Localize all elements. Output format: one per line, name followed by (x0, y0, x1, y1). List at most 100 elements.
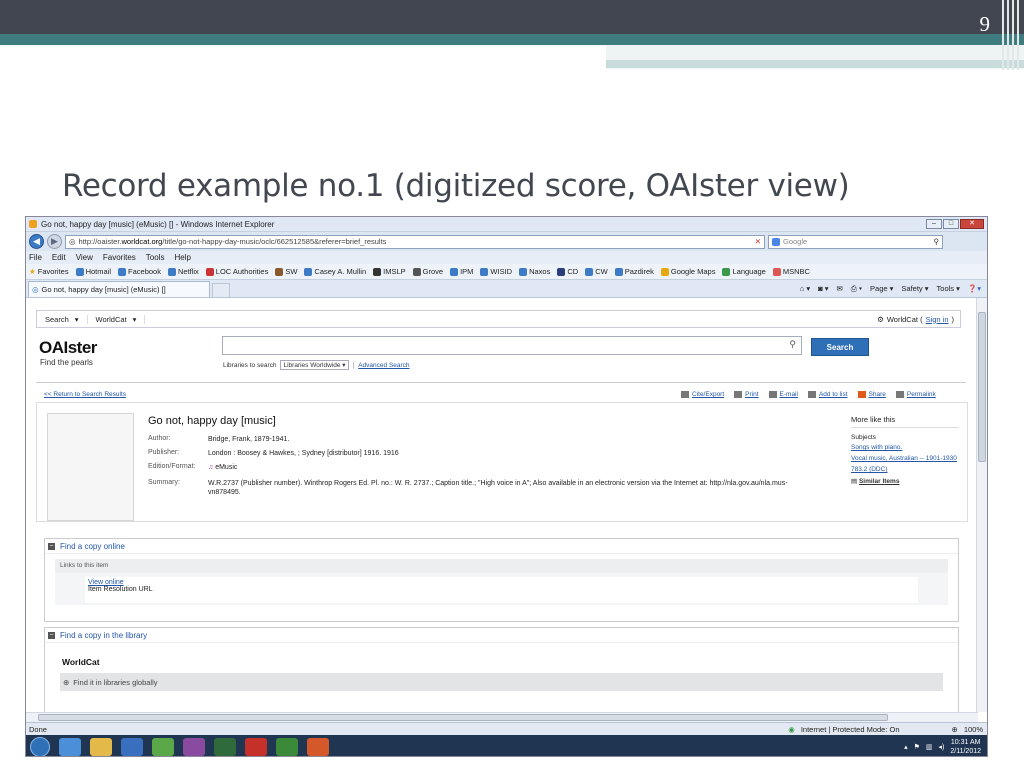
sign-in-link[interactable]: Sign in (926, 315, 949, 324)
subject-link[interactable]: 783.2 (DDC) (851, 466, 959, 473)
fav-msnbc[interactable]: MSNBC (772, 267, 810, 276)
fav-facebook[interactable]: Facebook (118, 267, 161, 276)
itunes-taskbar-icon[interactable] (121, 737, 143, 756)
fav-pazdirek[interactable]: Pazdirek (614, 267, 654, 276)
add-to-list-link[interactable]: Add to list (807, 391, 848, 398)
menu-help[interactable]: Help (174, 253, 190, 262)
similar-items-link[interactable]: ▤ Similar Items (851, 477, 959, 485)
view-online-link[interactable]: View online (88, 579, 915, 586)
back-button[interactable]: ◀ (29, 234, 44, 249)
flag-icon[interactable]: ⚑ (914, 743, 920, 751)
fav-cd[interactable]: CD (557, 267, 578, 276)
fav-casey-mullin[interactable]: Casey A. Mullin (304, 267, 366, 276)
menu-view[interactable]: View (76, 253, 93, 262)
link-item: View online Item Resolution URL (85, 577, 918, 603)
web-search-input[interactable]: Google ⚲ (768, 234, 943, 249)
ie-taskbar-icon[interactable] (59, 737, 81, 756)
resolution-label: Item Resolution URL (88, 586, 153, 593)
find-globally-bar[interactable]: ⊕ Find it in libraries globally (60, 673, 943, 691)
maximize-button[interactable]: □ (943, 219, 959, 229)
address-text: http://oaister.worldcat.org/title/go-not… (78, 237, 387, 246)
find-library-section: − Find a copy in the library WorldCat ⊕ Fi… (44, 627, 959, 712)
media-taskbar-icon[interactable] (183, 737, 205, 756)
permalink-link[interactable]: Permalink (895, 391, 936, 398)
subject-link[interactable]: Vocal music, Australian -- 1901-1930 (851, 455, 959, 462)
ie-icon (29, 220, 37, 228)
help-icon[interactable]: ❓▾ (968, 284, 981, 294)
fav-language[interactable]: Language (722, 267, 766, 276)
record-tools: Cite/Export Print E-mail Add to list Sha… (681, 391, 936, 398)
tab-active[interactable]: ◎ Go not, happy day [music] (eMusic) [] (28, 281, 210, 297)
emusic-icon: ♫ (208, 464, 214, 471)
nav-search[interactable]: Search ▾ (37, 314, 88, 324)
menu-favorites[interactable]: Favorites (103, 253, 136, 262)
window-title: Go not, happy day [music] (eMusic) [] - … (41, 219, 275, 229)
chrome-taskbar-icon[interactable] (152, 737, 174, 756)
horizontal-scrollbar[interactable] (26, 712, 978, 722)
tools-menu[interactable]: Tools ▾ (937, 284, 960, 294)
acrobat-taskbar-icon[interactable] (245, 737, 267, 756)
author-row: Author: Bridge, Frank, 1879-1941. (148, 435, 290, 443)
find-library-header[interactable]: − Find a copy in the library (45, 628, 958, 643)
menu-edit[interactable]: Edit (52, 253, 66, 262)
print-link[interactable]: Print (734, 391, 759, 398)
share-link[interactable]: Share (857, 391, 886, 398)
vertical-scrollbar[interactable] (976, 298, 987, 712)
favorites-button[interactable]: ★ Favorites (29, 267, 69, 276)
nav-worldcat[interactable]: WorldCat ▾ (88, 314, 146, 324)
excel-taskbar-icon[interactable] (276, 737, 298, 756)
powerpoint-taskbar-icon[interactable] (307, 737, 329, 756)
cite-export-link[interactable]: Cite/Export (681, 391, 724, 398)
zoom-icon: ⊕ (951, 724, 958, 734)
close-button[interactable]: ✕ (960, 219, 984, 229)
mail-icon[interactable]: ✉ (837, 284, 843, 294)
fav-naxos[interactable]: Naxos (519, 267, 550, 276)
fav-google-maps[interactable]: Google Maps (660, 267, 715, 276)
app-taskbar-icon[interactable] (214, 737, 236, 756)
advanced-search-link[interactable]: Advanced Search (358, 362, 409, 369)
fav-hotmail[interactable]: Hotmail (75, 267, 111, 276)
fav-netflix[interactable]: Netflix (167, 267, 199, 276)
page-icon: ◎ (69, 237, 76, 246)
subject-link[interactable]: Songs with piano. (851, 444, 959, 451)
worldcat-search-input[interactable]: ⚲ (222, 336, 802, 355)
new-tab-button[interactable] (212, 283, 230, 297)
home-icon[interactable]: ⌂ ▾ (800, 284, 810, 294)
menu-file[interactable]: File (29, 253, 42, 262)
feeds-icon[interactable]: ◙ ▾ (818, 284, 828, 294)
explorer-taskbar-icon[interactable] (90, 737, 112, 756)
address-bar[interactable]: ◎ http://oaister.worldcat.org/title/go-n… (65, 234, 765, 249)
clock[interactable]: 10:31 AM 2/11/2012 (950, 738, 981, 756)
fav-wisid[interactable]: WISID (480, 267, 512, 276)
libraries-select[interactable]: Libraries Worldwide ▾ (280, 360, 349, 370)
email-link[interactable]: E-mail (768, 391, 798, 398)
minimize-button[interactable]: – (926, 219, 942, 229)
find-online-header[interactable]: − Find a copy online (45, 539, 958, 554)
safety-menu[interactable]: Safety ▾ (901, 284, 928, 294)
start-button[interactable] (30, 736, 50, 756)
menu-tools[interactable]: Tools (146, 253, 165, 262)
search-button[interactable]: Search (811, 338, 869, 356)
return-to-results-link[interactable]: << Return to Search Results (44, 391, 126, 398)
zoom-level[interactable]: 100% (964, 725, 983, 734)
fav-sw[interactable]: SW (275, 267, 297, 276)
network-icon[interactable]: ▥ (926, 743, 933, 751)
fav-grove[interactable]: Grove (412, 267, 443, 276)
horizontal-scroll-thumb[interactable] (38, 714, 888, 721)
vertical-scroll-thumb[interactable] (978, 312, 986, 462)
oaister-logo[interactable]: OAIster (39, 338, 97, 358)
tray-arrow-icon[interactable]: ▴ (904, 743, 908, 751)
fav-imslp[interactable]: IMSLP (373, 267, 406, 276)
fav-ipm[interactable]: IPM (450, 267, 473, 276)
fav-cw[interactable]: CW (585, 267, 608, 276)
print-icon[interactable]: ⎙ ▾ (851, 284, 862, 294)
window-controls: – □ ✕ (926, 219, 984, 229)
fav-loc-authorities[interactable]: LOC Authorities (205, 267, 268, 276)
forward-button[interactable]: ▶ (47, 234, 62, 249)
page-menu[interactable]: Page ▾ (870, 284, 893, 294)
search-icon: ⚲ (789, 339, 796, 349)
volume-icon[interactable]: ◂) (939, 743, 945, 751)
worldcat-page: Search ▾ WorldCat ▾ ⚙ WorldCat ( Sign in )… (26, 298, 978, 712)
stop-icon[interactable]: ✕ (755, 237, 761, 246)
search-icon[interactable]: ⚲ (934, 237, 940, 246)
